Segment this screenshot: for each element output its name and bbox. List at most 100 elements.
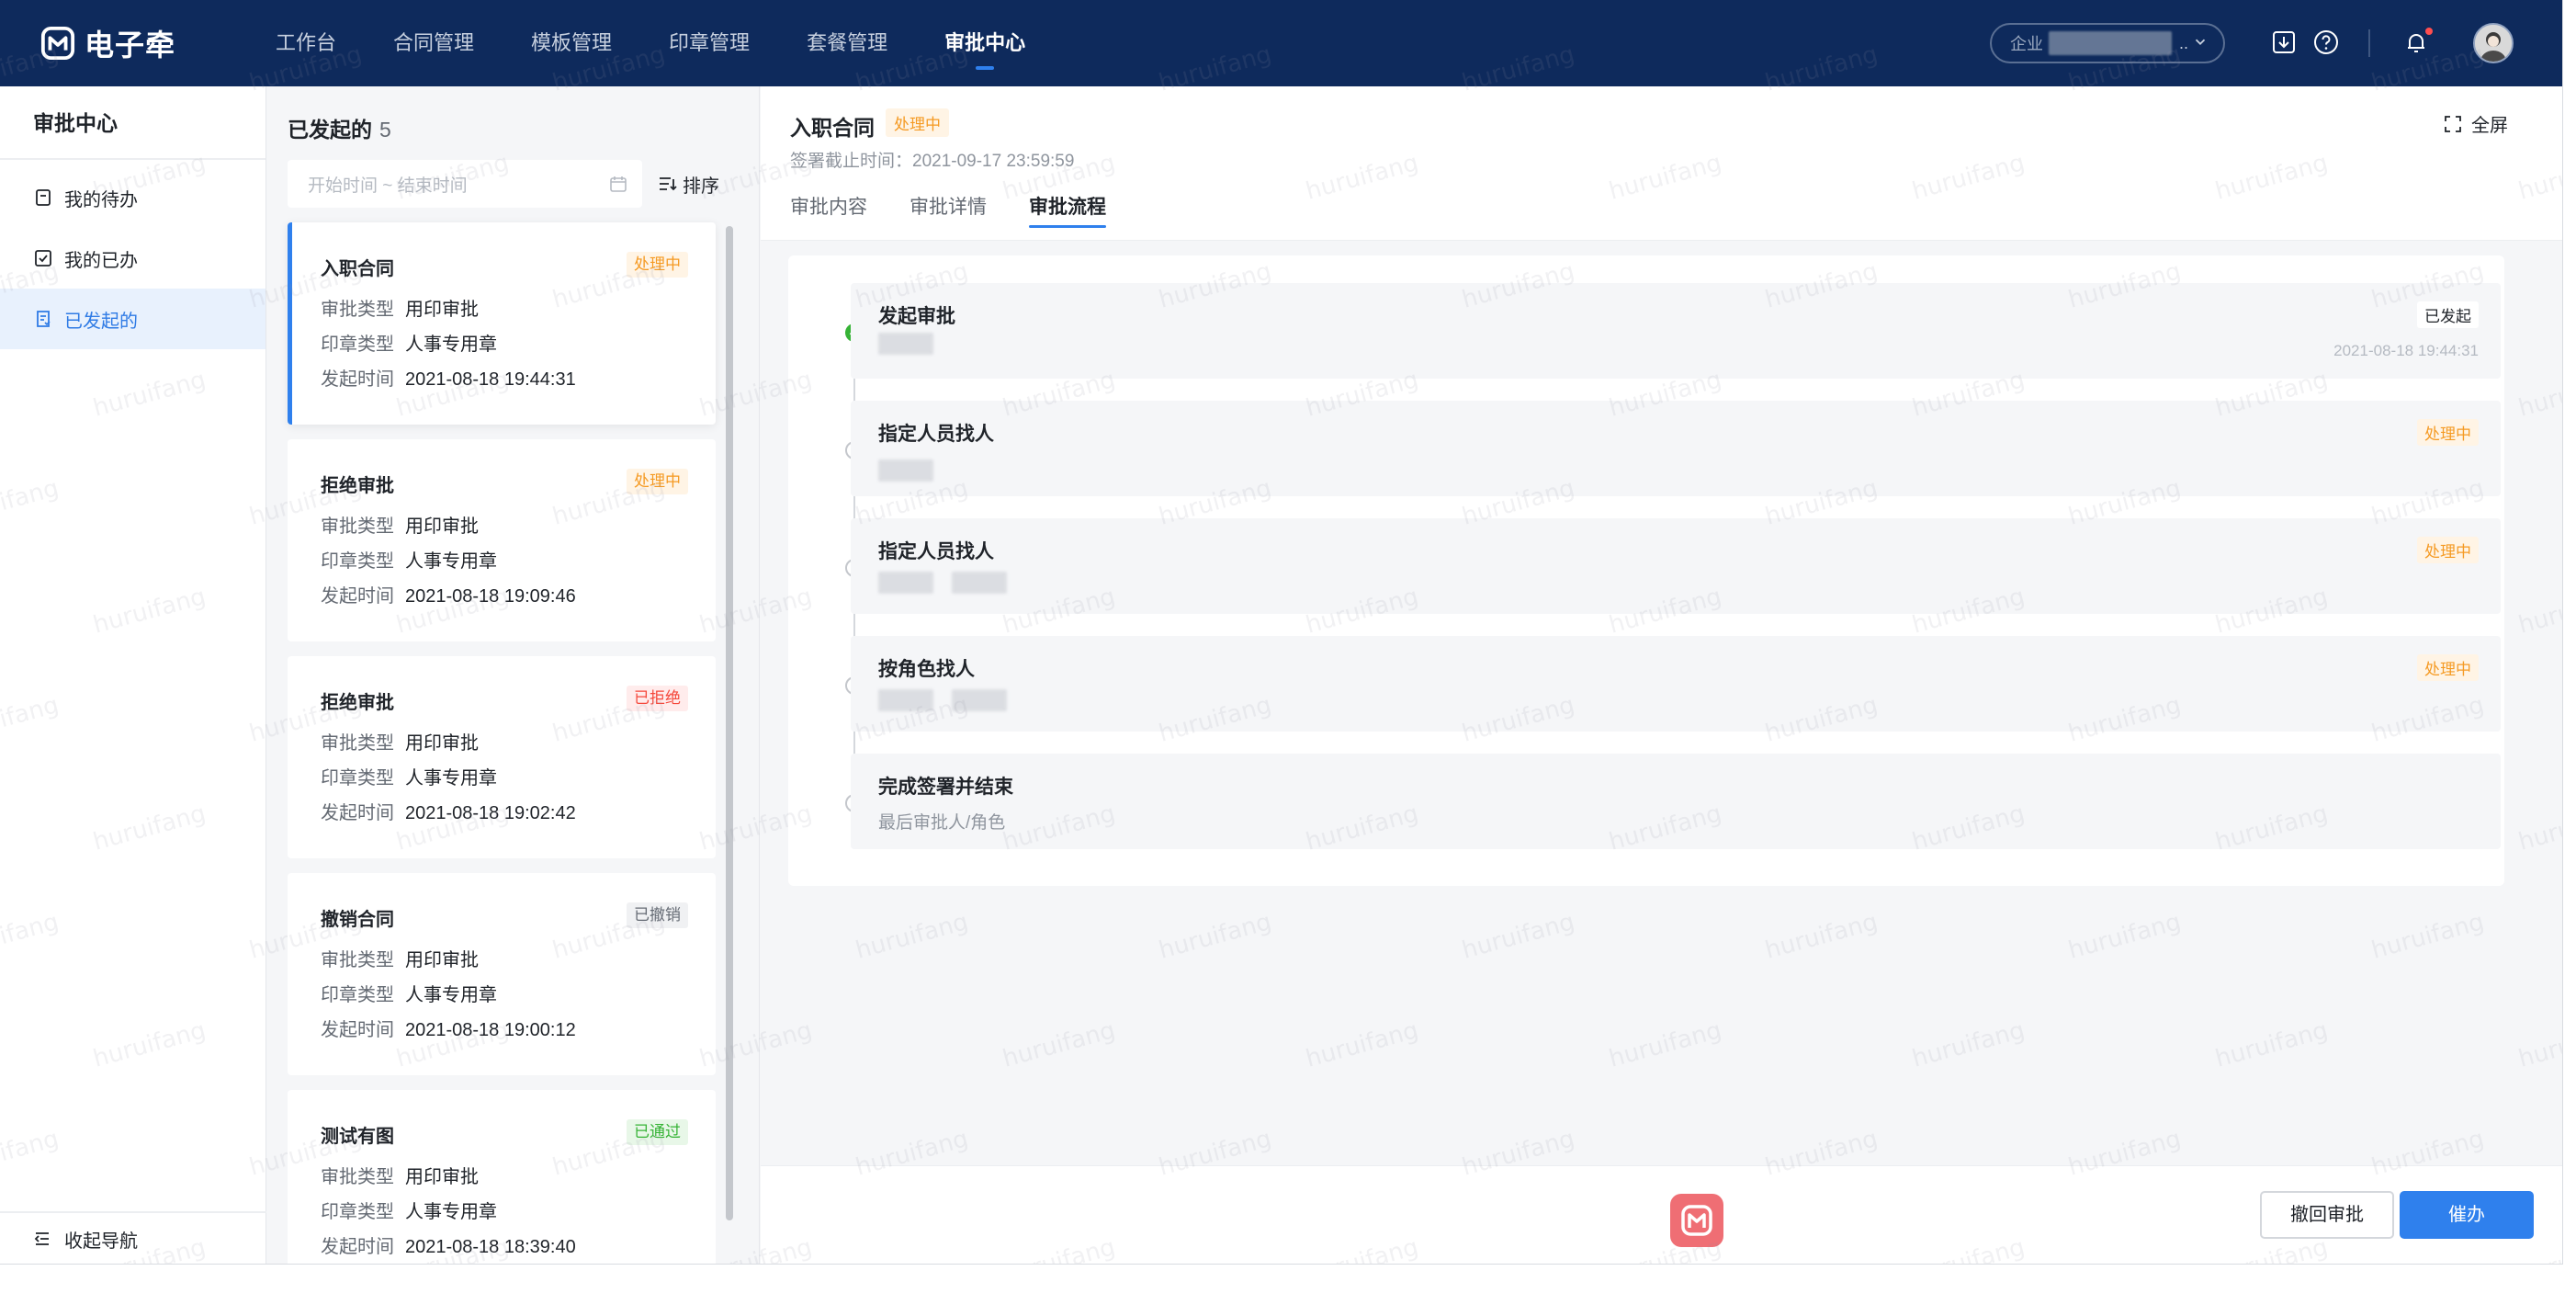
field-label: 审批类型 bbox=[321, 300, 394, 320]
sidebar-item-initiated[interactable]: 已发起的 bbox=[0, 289, 266, 349]
field-value: 2021-08-18 19:44:31 bbox=[405, 369, 576, 390]
nav-item-workbench[interactable]: 工作台 bbox=[276, 0, 336, 86]
sort-label: 排序 bbox=[683, 176, 719, 197]
field-value: 人事专用章 bbox=[405, 985, 497, 1005]
approval-card[interactable]: 拒绝审批 处理中 审批类型 用印审批 印章类型 人事专用章 发起时间 2021-08-… bbox=[288, 439, 716, 641]
nav-item-contracts[interactable]: 合同管理 bbox=[393, 0, 474, 86]
sidebar-item-my-done[interactable]: 我的已办 bbox=[0, 228, 266, 289]
step-subtitle: 最后审批人/角色 bbox=[878, 813, 1006, 833]
collapse-nav-label: 收起导航 bbox=[64, 1231, 138, 1252]
flow-step: 按角色找人 处理中 bbox=[851, 636, 2501, 732]
field-value: 2021-08-18 18:39:40 bbox=[405, 1237, 576, 1257]
field-value: 用印审批 bbox=[405, 300, 479, 320]
company-switcher[interactable]: 企业 .. bbox=[1990, 23, 2225, 63]
calendar-icon bbox=[610, 176, 627, 192]
fullscreen-icon bbox=[2445, 115, 2461, 132]
field-value: 用印审批 bbox=[405, 950, 479, 970]
sidebar-item-label: 我的待办 bbox=[64, 189, 138, 210]
fullscreen-button[interactable]: 全屏 bbox=[2444, 110, 2508, 137]
field-label: 发起时间 bbox=[321, 369, 394, 390]
fullscreen-label: 全屏 bbox=[2471, 116, 2508, 136]
approval-card[interactable]: 撤销合同 已撤销 审批类型 用印审批 印章类型 人事专用章 发起时间 2021-08-… bbox=[288, 873, 716, 1075]
tab-approval-details[interactable]: 审批详情 bbox=[910, 180, 987, 235]
field-value: 人事专用章 bbox=[405, 335, 497, 355]
sidebar-item-label: 我的已办 bbox=[64, 250, 138, 271]
field-label: 印章类型 bbox=[321, 985, 394, 1005]
field-value: 用印审批 bbox=[405, 733, 479, 754]
approval-card[interactable]: 测试有图 已通过 审批类型 用印审批 印章类型 人事专用章 发起时间 2021-08-… bbox=[288, 1090, 716, 1264]
field-value: 用印审批 bbox=[405, 1167, 479, 1187]
redacted-approver bbox=[952, 572, 1007, 594]
redacted-approver bbox=[878, 689, 933, 711]
card-row-seal-type: 印章类型 人事专用章 bbox=[321, 548, 716, 575]
card-row-approval-type: 审批类型 用印审批 bbox=[321, 513, 716, 540]
collapse-nav-button[interactable]: 收起导航 bbox=[0, 1211, 266, 1264]
sidebar-item-label: 已发起的 bbox=[64, 311, 138, 332]
redacted-approver bbox=[878, 572, 933, 594]
sort-icon bbox=[660, 177, 677, 191]
detail-header: 入职合同 处理中 签署截止时间：2021-09-17 23:59:59 全屏 审… bbox=[761, 86, 2562, 241]
brand-logo-icon bbox=[1670, 1194, 1723, 1247]
approval-list-panel: 已发起的 5 开始时间 ~ 结束时间 排序 入职合同 处理中 审批类型 用印审批 印… bbox=[267, 86, 760, 1264]
brand-logo[interactable]: 电子牵 bbox=[40, 26, 175, 62]
status-badge: 处理中 bbox=[627, 469, 688, 494]
card-row-seal-type: 印章类型 人事专用章 bbox=[321, 981, 716, 1009]
status-badge: 已撤销 bbox=[627, 902, 688, 928]
detail-footer: 撤回审批 催办 bbox=[761, 1165, 2562, 1264]
help-icon[interactable] bbox=[2311, 28, 2341, 57]
tab-approval-content[interactable]: 审批内容 bbox=[790, 180, 867, 235]
sidebar-item-my-todo[interactable]: 我的待办 bbox=[0, 167, 266, 228]
card-row-start-time: 发起时间 2021-08-18 18:39:40 bbox=[321, 1233, 716, 1261]
field-label: 印章类型 bbox=[321, 1202, 394, 1222]
approval-card[interactable]: 拒绝审批 已拒绝 审批类型 用印审批 印章类型 人事专用章 发起时间 2021-08-… bbox=[288, 656, 716, 858]
list-scrollbar[interactable] bbox=[726, 226, 733, 1220]
step-status-badge: 处理中 bbox=[2417, 419, 2479, 446]
card-row-approval-type: 审批类型 用印审批 bbox=[321, 730, 716, 757]
tab-approval-flow[interactable]: 审批流程 bbox=[1029, 180, 1106, 235]
nav-item-templates[interactable]: 模板管理 bbox=[531, 0, 612, 86]
card-row-start-time: 发起时间 2021-08-18 19:09:46 bbox=[321, 583, 716, 610]
field-label: 发起时间 bbox=[321, 803, 394, 823]
todo-icon bbox=[36, 189, 51, 206]
approval-card[interactable]: 入职合同 处理中 审批类型 用印审批 印章类型 人事专用章 发起时间 2021-08-… bbox=[288, 222, 716, 425]
detail-body: 发起审批 已发起 2021-08-18 19:44:31 指定人员找人 处理中 … bbox=[761, 241, 2562, 1165]
brand-logo-icon bbox=[40, 26, 75, 61]
urge-button[interactable]: 催办 bbox=[2400, 1191, 2534, 1239]
field-value: 2021-08-18 19:00:12 bbox=[405, 1020, 576, 1040]
field-label: 印章类型 bbox=[321, 335, 394, 355]
card-row-approval-type: 审批类型 用印审批 bbox=[321, 296, 716, 323]
field-value: 人事专用章 bbox=[405, 551, 497, 572]
step-status-badge: 处理中 bbox=[2417, 654, 2479, 681]
status-badge: 已拒绝 bbox=[627, 686, 688, 711]
detail-title: 入职合同 bbox=[790, 116, 875, 140]
sort-button[interactable]: 排序 bbox=[657, 160, 719, 208]
top-navigation-bar: 电子牵 工作台 合同管理 模板管理 印章管理 套餐管理 审批中心 企业 .. bbox=[0, 0, 2562, 86]
step-status-badge: 处理中 bbox=[2417, 537, 2479, 563]
download-icon[interactable] bbox=[2269, 28, 2299, 57]
sign-deadline: 签署截止时间：2021-09-17 23:59:59 bbox=[790, 152, 1075, 171]
field-label: 审批类型 bbox=[321, 516, 394, 537]
card-row-start-time: 发起时间 2021-08-18 19:02:42 bbox=[321, 800, 716, 827]
company-name-redacted bbox=[2049, 31, 2172, 55]
nav-item-packages[interactable]: 套餐管理 bbox=[807, 0, 887, 86]
revoke-approval-button[interactable]: 撤回审批 bbox=[2260, 1191, 2394, 1239]
flow-step: 指定人员找人 处理中 bbox=[851, 401, 2501, 496]
step-title: 指定人员找人 bbox=[878, 541, 994, 562]
sidebar-title: 审批中心 bbox=[0, 86, 266, 160]
card-row-start-time: 发起时间 2021-08-18 19:00:12 bbox=[321, 1016, 716, 1044]
date-range-picker[interactable]: 开始时间 ~ 结束时间 bbox=[288, 160, 642, 208]
nav-item-seals[interactable]: 印章管理 bbox=[669, 0, 750, 86]
step-title: 按角色找人 bbox=[878, 659, 975, 680]
field-label: 发起时间 bbox=[321, 586, 394, 607]
field-label: 发起时间 bbox=[321, 1020, 394, 1040]
avatar[interactable] bbox=[2473, 23, 2514, 63]
collapse-menu-icon bbox=[34, 1232, 49, 1245]
company-prefix: 企业 bbox=[2010, 35, 2043, 53]
sidebar: 审批中心 我的待办 我的已办 已发起的 收起导航 bbox=[0, 86, 266, 1264]
approval-detail-panel: 入职合同 处理中 签署截止时间：2021-09-17 23:59:59 全屏 审… bbox=[761, 86, 2562, 1264]
detail-tabs: 审批内容 审批详情 审批流程 bbox=[790, 186, 1148, 241]
redacted-approver bbox=[878, 459, 933, 482]
step-title: 完成签署并结束 bbox=[878, 777, 1013, 798]
list-title: 已发起的 bbox=[288, 118, 372, 142]
nav-item-approval-center[interactable]: 审批中心 bbox=[944, 0, 1025, 86]
